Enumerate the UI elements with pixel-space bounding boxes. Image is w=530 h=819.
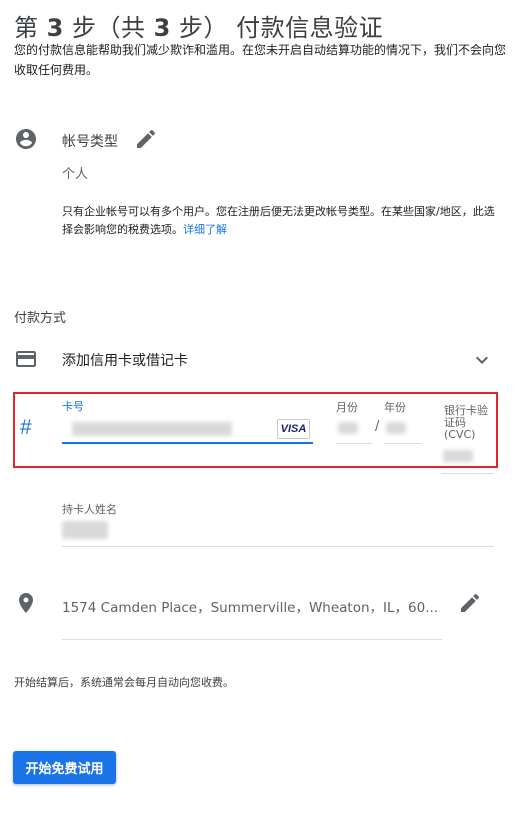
start-free-trial-button[interactable]: 开始免费试用 bbox=[13, 751, 116, 784]
year-label: 年份 bbox=[384, 401, 406, 414]
edit-account-type-icon[interactable] bbox=[134, 127, 158, 151]
billing-note: 开始结算后，系统通常会每月自动向您收费。 bbox=[14, 676, 234, 689]
account-type-label: 帐号类型 bbox=[62, 134, 118, 150]
billing-address: 1574 Camden Place，Summerville，Wheaton，IL… bbox=[62, 596, 442, 640]
card-number-input[interactable] bbox=[62, 414, 313, 444]
account-circle-icon bbox=[16, 129, 36, 149]
year-input[interactable] bbox=[384, 414, 422, 444]
cvc-redacted bbox=[443, 450, 473, 462]
cardholder-name-redacted bbox=[62, 521, 108, 539]
account-type-note: 只有企业帐号可以有多个用户。您在注册后便无法更改帐号类型。在某些国家/地区，此选… bbox=[62, 203, 502, 239]
title-step-mid: 步（共 bbox=[71, 14, 146, 42]
title-total-number: 3 bbox=[153, 14, 171, 42]
page-title: 第 3 步（共 3 步） 付款信息验证 bbox=[14, 8, 383, 43]
month-input[interactable] bbox=[336, 414, 372, 444]
card-number-label: 卡号 bbox=[62, 400, 84, 413]
title-step-prefix: 第 bbox=[14, 14, 39, 42]
month-redacted bbox=[338, 422, 358, 434]
visa-logo: VISA bbox=[277, 419, 310, 439]
intro-text: 您的付款信息能帮助我们减少欺诈和滥用。在您未开启自动结算功能的情况下，我们不会向… bbox=[14, 43, 507, 77]
cvc-input[interactable] bbox=[441, 444, 494, 474]
account-type-value: 个人 bbox=[62, 167, 89, 182]
credit-card-icon bbox=[16, 351, 36, 367]
account-note-text: 只有企业帐号可以有多个用户。您在注册后便无法更改帐号类型。在某些国家/地区，此选… bbox=[62, 205, 495, 236]
title-step-suffix: 步） 付款信息验证 bbox=[178, 14, 384, 42]
edit-address-icon[interactable] bbox=[458, 591, 482, 615]
card-number-redacted bbox=[72, 422, 232, 436]
date-separator: / bbox=[375, 419, 380, 434]
hash-icon: # bbox=[20, 416, 32, 439]
add-card-label[interactable]: 添加信用卡或借记卡 bbox=[62, 350, 188, 370]
cardholder-name-input[interactable] bbox=[62, 515, 494, 547]
payment-method-heading: 付款方式 bbox=[14, 311, 67, 326]
month-label: 月份 bbox=[336, 401, 358, 414]
title-step-number: 3 bbox=[46, 14, 64, 42]
location-pin-icon bbox=[19, 593, 33, 613]
cvc-label: 银行卡验证码 (CVC) bbox=[444, 404, 488, 441]
year-redacted bbox=[386, 422, 406, 434]
chevron-down-icon[interactable] bbox=[470, 348, 494, 372]
learn-more-link[interactable]: 详细了解 bbox=[183, 223, 227, 236]
